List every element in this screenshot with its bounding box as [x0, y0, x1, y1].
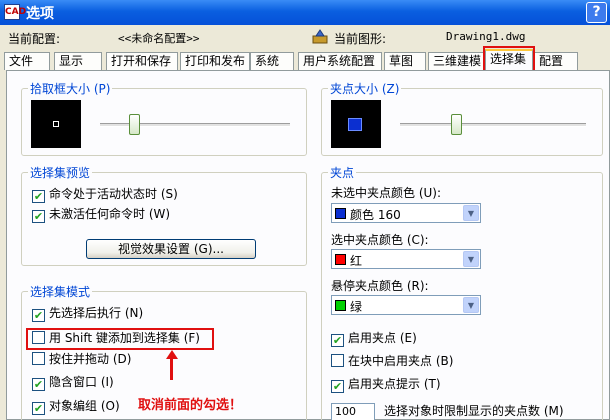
pickbox-slider-thumb[interactable]	[129, 114, 141, 135]
checkbox-box[interactable]: ✔	[32, 378, 45, 391]
annotation-text: 取消前面的勾选！	[138, 398, 243, 413]
chevron-down-icon[interactable]: ▼	[463, 205, 479, 221]
tab-3d-modeling[interactable]: 三维建模	[428, 52, 484, 70]
grip-limit-input[interactable]: 100	[331, 403, 375, 420]
annotation-arrow	[170, 354, 173, 380]
grip-size-title: 夹点大小 (Z)	[328, 80, 402, 97]
tab-profiles[interactable]: 配置	[534, 52, 578, 70]
press-and-drag-checkbox[interactable]: 按住并拖动 (D)	[32, 352, 131, 368]
drawing-icon	[312, 29, 328, 44]
color-swatch	[335, 300, 346, 311]
preview-no-command-checkbox[interactable]: ✔ 未激活任何命令时 (W)	[32, 207, 170, 223]
tab-plot-publish[interactable]: 打印和发布	[180, 52, 250, 70]
selected-grip-color-dropdown[interactable]: 红 ▼	[331, 249, 481, 269]
unselected-grip-color-label: 未选中夹点颜色 (U):	[331, 186, 442, 200]
selection-tab-page: 拾取框大小 (P) 夹点大小 (Z) 选择集预览 ✔ 命令处于活动状态时 (S) …	[6, 70, 610, 420]
checkbox-box[interactable]: ✔	[331, 334, 344, 347]
grip-slider-thumb[interactable]	[450, 114, 462, 135]
visual-effect-settings-button[interactable]: 视觉效果设置 (G)...	[86, 239, 256, 259]
checkbox-box[interactable]	[32, 352, 45, 365]
color-swatch	[335, 208, 346, 219]
object-grouping-checkbox[interactable]: ✔ 对象编组 (O)	[32, 399, 120, 415]
title-bar[interactable]: CAD 选项 ?	[0, 0, 610, 25]
checkbox-box[interactable]: ✔	[331, 380, 344, 393]
checkbox-box[interactable]: ✔	[32, 190, 45, 203]
help-button[interactable]: ?	[586, 2, 607, 23]
grip-limit-label: 选择对象时限制显示的夹点数 (M)	[384, 404, 564, 418]
color-swatch	[335, 254, 346, 265]
tab-system[interactable]: 系统	[250, 52, 294, 70]
implied-windowing-checkbox[interactable]: ✔ 隐含窗口 (I)	[32, 375, 114, 391]
chevron-down-icon[interactable]: ▼	[463, 297, 479, 313]
checkbox-box[interactable]: ✔	[32, 309, 45, 322]
grips-title: 夹点	[328, 164, 357, 181]
tab-display[interactable]: 显示	[54, 52, 102, 70]
shift-option-highlight-box	[26, 328, 214, 350]
hover-grip-color-dropdown[interactable]: 绿 ▼	[331, 295, 481, 315]
hover-grip-color-label: 悬停夹点颜色 (R):	[331, 279, 429, 293]
enable-grips-in-blocks-checkbox[interactable]: 在块中启用夹点 (B)	[331, 354, 453, 370]
current-drawing-label: 当前图形:	[334, 32, 387, 46]
tab-files[interactable]: 文件	[4, 52, 50, 70]
tab-drafting[interactable]: 草图	[384, 52, 426, 70]
unselected-grip-color-dropdown[interactable]: 颜色 160 ▼	[331, 203, 481, 223]
current-config-label: 当前配置:	[8, 32, 61, 46]
tab-user-preferences[interactable]: 用户系统配置	[298, 52, 382, 70]
grip-sample	[348, 118, 362, 131]
grip-preview	[331, 100, 381, 148]
grip-size-group: 夹点大小 (Z)	[321, 80, 603, 156]
pickbox-preview	[31, 100, 81, 148]
window-title: 选项	[26, 6, 54, 22]
enable-grip-tips-checkbox[interactable]: ✔ 启用夹点提示 (T)	[331, 377, 441, 393]
pickbox-size-title: 拾取框大小 (P)	[28, 80, 113, 97]
checkbox-box[interactable]: ✔	[32, 402, 45, 415]
app-icon: CAD	[4, 4, 26, 20]
selection-preview-title: 选择集预览	[28, 164, 93, 181]
tab-open-save[interactable]: 打开和保存	[106, 52, 178, 70]
noun-verb-selection-checkbox[interactable]: ✔ 先选择后执行 (N)	[32, 306, 143, 322]
selection-modes-title: 选择集模式	[28, 283, 93, 300]
pickbox-sample	[53, 121, 59, 127]
current-drawing-value: Drawing1.dwg	[446, 30, 526, 43]
tab-highlight-box	[483, 46, 535, 72]
chevron-down-icon[interactable]: ▼	[463, 251, 479, 267]
selected-grip-color-label: 选中夹点颜色 (C):	[331, 233, 429, 247]
grip-slider[interactable]	[400, 123, 586, 127]
pickbox-size-group: 拾取框大小 (P)	[21, 80, 307, 156]
checkbox-box[interactable]: ✔	[32, 210, 45, 223]
grips-group: 夹点 未选中夹点颜色 (U): 颜色 160 ▼ 选中夹点颜色 (C): 红 ▼…	[321, 164, 603, 420]
current-config-value: <<未命名配置>>	[118, 32, 200, 45]
enable-grips-checkbox[interactable]: ✔ 启用夹点 (E)	[331, 331, 417, 347]
checkbox-box[interactable]	[331, 354, 344, 367]
selection-preview-group: 选择集预览 ✔ 命令处于活动状态时 (S) ✔ 未激活任何命令时 (W) 视觉效果设…	[21, 164, 307, 266]
preview-active-command-checkbox[interactable]: ✔ 命令处于活动状态时 (S)	[32, 187, 178, 203]
